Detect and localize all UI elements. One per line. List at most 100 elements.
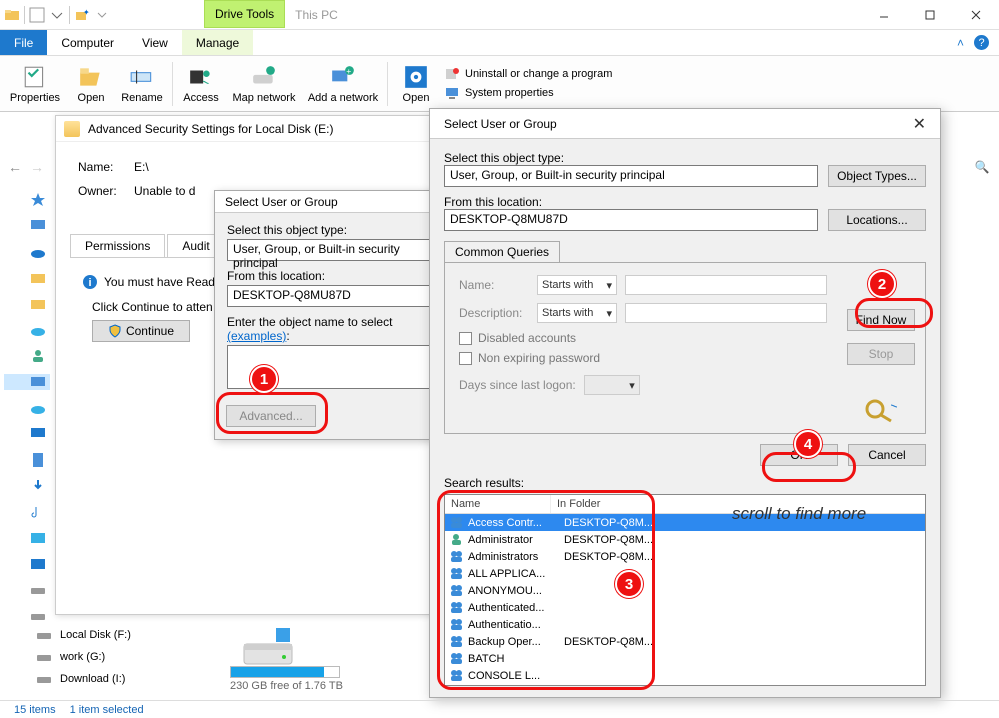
window-controls [861,0,999,29]
col-folder[interactable]: In Folder [551,495,606,513]
open-settings-button[interactable]: Open [394,64,438,104]
tree-desktop2[interactable] [30,426,46,442]
advanced-button[interactable]: Advanced... [226,405,316,427]
tree-user[interactable] [30,348,46,364]
result-folder: DESKTOP-Q8M... [558,636,653,648]
open-button[interactable]: Open [70,64,112,104]
uninstall-link[interactable]: Uninstall or change a program [444,66,612,82]
minimize-button[interactable] [861,0,907,29]
tree-folder[interactable] [30,296,46,312]
result-row[interactable]: AdministratorDESKTOP-Q8M... [445,531,925,548]
close-button[interactable] [953,0,999,29]
add-network-icon: + [329,64,357,90]
label: Download (I:) [60,673,125,685]
tree-this-pc[interactable] [4,374,50,390]
dialog-title: Select User or Group [444,117,557,131]
find-now-button[interactable]: Find Now [847,309,915,331]
properties-button[interactable]: Properties [6,64,64,104]
result-folder: DESKTOP-Q8M... [558,551,653,563]
label: You must have Read pe [104,275,232,289]
rename-button[interactable]: Rename [118,64,166,104]
location-field[interactable]: DESKTOP-Q8MU87D [227,285,437,307]
cloud-icon [30,322,46,338]
download-icon [30,478,46,494]
result-row[interactable]: AdministratorsDESKTOP-Q8M... [445,548,925,565]
result-row[interactable]: ALL APPLICA... [445,565,925,582]
label: Continue [126,324,174,338]
tree-cloud[interactable] [30,400,46,416]
tab-manage[interactable]: Manage [182,30,253,55]
tree-documents[interactable] [30,452,46,468]
desc-match-select[interactable]: Starts with▾ [537,303,617,323]
location-field[interactable]: DESKTOP-Q8MU87D [444,209,818,231]
search-results-label: Search results: [444,476,926,490]
tree-drive[interactable] [30,608,46,624]
music-icon [30,504,46,520]
tree-drive[interactable] [30,582,46,598]
disabled-accounts-checkbox[interactable]: Disabled accounts [459,331,827,345]
tree-music[interactable] [30,504,46,520]
tree-pictures[interactable] [30,530,46,546]
object-type-field[interactable]: User, Group, or Built-in security princi… [444,165,818,187]
label: work (G:) [60,651,105,663]
cancel-button[interactable]: Cancel [848,444,926,466]
stop-button[interactable]: Stop [847,343,915,365]
tab-file[interactable]: File [0,30,47,55]
result-row[interactable]: CONSOLE L... [445,667,925,684]
tree-quick-access[interactable]: Q [30,192,46,208]
tree-onedrive[interactable] [30,244,46,260]
system-props-link[interactable]: System properties [444,85,612,101]
col-name[interactable]: Name [445,495,551,513]
tab-view[interactable]: View [128,30,182,55]
close-icon[interactable]: ✕ [913,114,926,134]
tab-permissions[interactable]: Permissions [70,234,165,257]
description-input[interactable] [625,303,827,323]
star-icon [30,192,46,208]
continue-button[interactable]: Continue [92,320,190,342]
non-expiring-checkbox[interactable]: Non expiring password [459,351,827,365]
svg-text:i: i [88,277,91,289]
magnifier-icon [861,397,901,423]
result-row[interactable]: ANONYMOU... [445,582,925,599]
search-icon[interactable]: 🔍 [973,160,991,174]
locations-button[interactable]: Locations... [828,209,926,231]
nav-forward-icon[interactable]: → [30,159,44,175]
result-row[interactable]: Backup Oper...DESKTOP-Q8M... [445,633,925,650]
result-row[interactable]: BATCH [445,650,925,667]
name-match-select[interactable]: Starts with▾ [537,275,617,295]
drive-large-icon [240,626,298,670]
checkbox-icon[interactable] [29,7,45,23]
days-select[interactable]: ▾ [584,375,640,395]
warning-text: i You must have Read pe [82,274,232,290]
result-row[interactable]: Authenticatio... [445,616,925,633]
media-icon [187,64,215,90]
collapse-ribbon-icon[interactable]: ˄ [957,36,964,50]
settings-gear-icon [402,64,430,90]
tab-computer[interactable]: Computer [47,30,128,55]
nav-back-icon[interactable]: ← [8,159,22,175]
object-types-button[interactable]: Object Types... [828,165,926,187]
tree-folder[interactable] [30,270,46,286]
new-folder-icon[interactable]: ✦ [74,7,90,23]
help-icon[interactable]: ? [974,35,989,50]
dropdown-icon[interactable] [94,7,110,23]
map-network-button[interactable]: Map network [229,64,299,104]
result-row[interactable]: Authenticated... [445,599,925,616]
drive-item[interactable]: Local Disk (F:) [36,627,131,643]
tree-onedrive2[interactable] [30,322,46,338]
name-input[interactable] [625,275,827,295]
storage-progress [230,666,340,678]
access-media-button[interactable]: Access [179,64,223,104]
annotation-badge-1: 1 [250,365,278,393]
tab-common-queries[interactable]: Common Queries [444,241,560,262]
dropdown-icon[interactable] [49,7,65,23]
maximize-button[interactable] [907,0,953,29]
object-type-field[interactable]: User, Group, or Built-in security princi… [227,239,437,261]
tree-downloads[interactable] [30,478,46,494]
tree-desktop[interactable]: D [30,218,46,234]
tree-videos[interactable] [30,556,46,572]
drive-item[interactable]: work (G:) [36,649,131,665]
examples-link[interactable]: (examples) [227,329,286,343]
drive-item[interactable]: Download (I:) [36,671,131,687]
add-network-button[interactable]: + Add a network [305,64,381,104]
